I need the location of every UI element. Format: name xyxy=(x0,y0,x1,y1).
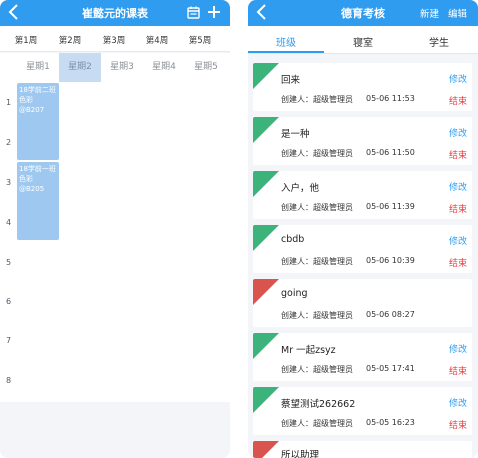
assessment-card[interactable]: 所以助理 xyxy=(253,441,472,458)
period-column: 1 2 3 4 5 6 7 8 xyxy=(0,82,17,402)
modify-button[interactable]: 修改 xyxy=(449,180,467,193)
assessment-navbar: 德育考核 新建 编辑 xyxy=(248,0,478,26)
week-tab[interactable]: 第3周 xyxy=(92,34,136,46)
card-date: 05-06 11:39 xyxy=(366,202,415,211)
weekday-label: 星期1 xyxy=(26,62,50,72)
status-ribbon-ongoing xyxy=(253,117,279,143)
card-title: Mr 一起zsyz xyxy=(281,345,336,356)
week-tab[interactable]: 第4周 xyxy=(135,34,179,46)
card-title: 入户，他 xyxy=(281,183,320,194)
card-date: 05-06 10:39 xyxy=(366,256,415,265)
assessment-card[interactable]: Mr 一起zsyz 创建人：超级管理员 05-05 17:41 修改 结束 xyxy=(253,333,472,381)
card-creator: 创建人：超级管理员 xyxy=(281,419,353,428)
new-button[interactable]: 新建 xyxy=(420,6,439,20)
plus-icon[interactable] xyxy=(206,4,222,20)
status-ribbon-ongoing xyxy=(253,225,279,251)
card-creator: 创建人：超级管理员 xyxy=(281,95,353,104)
weekday-label: 星期3 xyxy=(110,62,134,72)
modify-button[interactable]: 修改 xyxy=(449,342,467,355)
end-button[interactable]: 结束 xyxy=(449,364,467,377)
timetable-navbar: 崔懿元的课表 xyxy=(0,0,230,26)
calendar-icon[interactable] xyxy=(187,6,200,19)
card-title: 是一种 xyxy=(281,129,310,140)
tab-dorm[interactable]: 寝室 xyxy=(325,34,401,49)
course-block[interactable]: 18学前二班 色彩@B207 xyxy=(17,83,59,160)
period-number: 7 xyxy=(5,336,12,345)
period-number: 8 xyxy=(5,376,12,385)
card-creator: 创建人：超级管理员 xyxy=(281,203,353,212)
card-date: 05-05 17:41 xyxy=(366,364,415,373)
course-block[interactable]: 18学前一班 色彩@B205 xyxy=(17,162,59,240)
category-tabs: 班级 寝室 学生 xyxy=(248,26,478,54)
moral-assessment-screen: 德育考核 新建 编辑 班级 寝室 学生 回来 创建人：超级管理员 05-06 1… xyxy=(248,0,478,458)
period-number: 4 xyxy=(5,218,12,227)
end-button[interactable]: 结束 xyxy=(449,418,467,431)
week-tab[interactable]: 第5周 xyxy=(178,34,222,46)
modify-button[interactable]: 修改 xyxy=(449,234,467,247)
timetable-footer-space xyxy=(0,402,230,458)
weekday-header: 星期1 星期2 星期3 星期4 星期5 xyxy=(0,53,230,82)
timetable-screen: 崔懿元的课表 第1周 第2周 第3周 第4周 第5周 星期1 星期2 星期3 星… xyxy=(0,0,230,458)
active-tab-indicator xyxy=(248,51,324,53)
status-ribbon-ongoing xyxy=(253,171,279,197)
weekday-label: 星期4 xyxy=(152,62,176,72)
card-date: 05-06 11:53 xyxy=(366,94,415,103)
period-number: 1 xyxy=(5,98,12,107)
weekday-label: 星期5 xyxy=(194,62,218,72)
end-button[interactable]: 结束 xyxy=(449,202,467,215)
card-date: 05-05 16:23 xyxy=(366,418,415,427)
card-title: 回来 xyxy=(281,75,301,86)
status-ribbon-ongoing xyxy=(253,387,279,413)
card-title: 蔡望测试262662 xyxy=(281,399,356,410)
end-button[interactable]: 结束 xyxy=(449,256,467,269)
weekday-label-selected: 星期2 xyxy=(59,53,101,82)
timetable-grid: 1 2 3 4 5 6 7 8 18学前二班 色彩@B207 18学前一班 色彩… xyxy=(0,82,230,402)
assessment-card[interactable]: cbdb 创建人：超级管理员 05-06 10:39 修改 结束 xyxy=(253,225,472,273)
assessment-card[interactable]: 是一种 创建人：超级管理员 05-06 11:50 修改 结束 xyxy=(253,117,472,165)
status-ribbon-ongoing xyxy=(253,333,279,359)
assessment-card[interactable]: 入户，他 创建人：超级管理员 05-06 11:39 修改 结束 xyxy=(253,171,472,219)
card-creator: 创建人：超级管理员 xyxy=(281,257,353,266)
card-date: 05-06 08:27 xyxy=(366,310,415,319)
week-tab[interactable]: 第1周 xyxy=(4,34,48,46)
tab-class[interactable]: 班级 xyxy=(248,34,324,49)
week-tab[interactable]: 第2周 xyxy=(48,34,92,46)
modify-button[interactable]: 修改 xyxy=(449,396,467,409)
card-creator: 创建人：超级管理员 xyxy=(281,149,353,158)
week-selector: 第1周 第2周 第3周 第4周 第5周 xyxy=(0,26,230,52)
card-creator: 创建人：超级管理员 xyxy=(281,365,353,374)
card-title: going xyxy=(281,288,308,299)
end-button[interactable]: 结束 xyxy=(449,148,467,161)
status-ribbon-ongoing xyxy=(253,63,279,89)
tab-student[interactable]: 学生 xyxy=(401,34,477,49)
modify-button[interactable]: 修改 xyxy=(449,126,467,139)
assessment-card[interactable]: going 创建人：超级管理员 05-06 08:27 xyxy=(253,279,472,327)
end-button[interactable]: 结束 xyxy=(449,94,467,107)
card-date: 05-06 11:50 xyxy=(366,148,415,157)
page-title: 德育考核 xyxy=(341,7,385,20)
period-number: 2 xyxy=(5,138,12,147)
period-number: 3 xyxy=(5,178,12,187)
assessment-card[interactable]: 蔡望测试262662 创建人：超级管理员 05-05 16:23 修改 结束 xyxy=(253,387,472,435)
status-ribbon-ended xyxy=(253,279,279,305)
status-ribbon-ended xyxy=(253,441,279,458)
card-creator: 创建人：超级管理员 xyxy=(281,311,353,320)
card-title: 所以助理 xyxy=(281,450,320,458)
edit-button[interactable]: 编辑 xyxy=(448,6,467,20)
assessment-card[interactable]: 回来 创建人：超级管理员 05-06 11:53 修改 结束 xyxy=(253,63,472,111)
card-title: cbdb xyxy=(281,234,305,245)
modify-button[interactable]: 修改 xyxy=(449,72,467,85)
period-number: 6 xyxy=(5,297,12,306)
period-number: 5 xyxy=(5,258,12,267)
